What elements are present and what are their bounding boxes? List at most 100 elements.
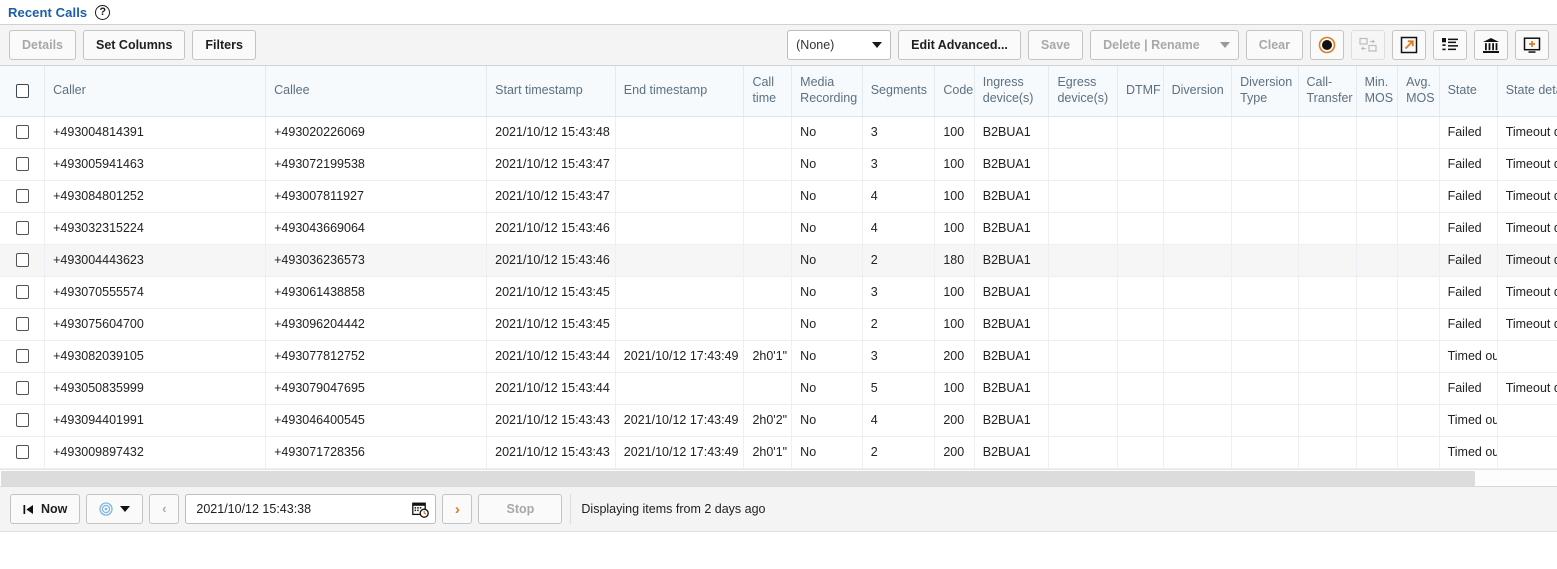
column-header-avg-mos[interactable]: Avg. MOS xyxy=(1397,66,1440,117)
previous-page-button[interactable]: ‹ xyxy=(149,494,180,524)
record-circle-icon-button[interactable] xyxy=(1310,30,1344,60)
scrollbar-thumb[interactable] xyxy=(1,471,1475,486)
cell-egress-devices xyxy=(1048,212,1118,245)
delete-rename-split-button[interactable]: Delete | Rename xyxy=(1090,30,1239,60)
table-row[interactable]: +493032315224 +493043669064 2021/10/12 15:… xyxy=(0,212,1557,245)
row-checkbox[interactable] xyxy=(15,157,29,172)
cell-diversion-type xyxy=(1231,436,1299,469)
calls-table-body: +493004814391 +493020226069 2021/10/12 15:… xyxy=(0,116,1557,486)
status-text: Displaying items from 2 days ago xyxy=(570,494,1549,524)
column-header-state-details[interactable]: State details xyxy=(1497,66,1557,117)
calendar-clock-icon[interactable] xyxy=(412,501,430,518)
cell-call-transfer xyxy=(1298,244,1357,277)
cell-diversion xyxy=(1163,116,1233,149)
open-external-icon-button[interactable] xyxy=(1392,30,1426,60)
save-button[interactable]: Save xyxy=(1027,30,1084,60)
cell-dtmf xyxy=(1117,212,1164,245)
row-checkbox[interactable] xyxy=(15,221,29,236)
column-header-callee[interactable]: Callee xyxy=(265,66,488,117)
calls-table-container[interactable]: Caller Callee Start timestamp End timest… xyxy=(0,66,1557,486)
cell-start-timestamp: 2021/10/12 15:43:46 xyxy=(486,244,616,277)
top-toolbar: Details Set Columns Filters (None) Edit … xyxy=(0,24,1557,66)
column-header-caller[interactable]: Caller xyxy=(44,66,267,117)
cell-code: 100 xyxy=(934,116,975,149)
filters-button[interactable]: Filters xyxy=(192,30,256,60)
cell-code: 100 xyxy=(934,308,975,341)
now-button[interactable]: Now xyxy=(10,494,81,524)
table-row[interactable]: +493094401991 +493046400545 2021/10/12 15:… xyxy=(0,404,1557,437)
column-header-ingress-devices[interactable]: Ingress device(s) xyxy=(974,66,1050,117)
table-row[interactable]: +493070555574 +493061438858 2021/10/12 15:… xyxy=(0,276,1557,309)
horizontal-scrollbar[interactable] xyxy=(0,469,1557,486)
stop-button[interactable]: Stop xyxy=(478,494,563,524)
details-button[interactable]: Details xyxy=(9,30,76,60)
add-to-screen-icon-button[interactable] xyxy=(1515,30,1549,60)
row-checkbox[interactable] xyxy=(15,125,29,140)
table-row[interactable]: +493084801252 +493007811927 2021/10/12 15:… xyxy=(0,180,1557,213)
table-row[interactable]: +493082039105 +493077812752 2021/10/12 15:… xyxy=(0,340,1557,373)
column-header-call-time[interactable]: Call time xyxy=(743,66,793,117)
cell-caller: +493004443623 xyxy=(44,244,267,277)
row-select-cell xyxy=(0,372,46,405)
column-header-dtmf[interactable]: DTMF xyxy=(1117,66,1164,117)
row-checkbox[interactable] xyxy=(15,189,29,204)
row-checkbox[interactable] xyxy=(15,285,29,300)
column-header-diversion[interactable]: Diversion xyxy=(1163,66,1233,117)
cell-segments: 3 xyxy=(862,340,936,373)
table-row[interactable]: +493005941463 +493072199538 2021/10/12 15:… xyxy=(0,148,1557,181)
table-row[interactable]: +493004443623 +493036236573 2021/10/12 15:… xyxy=(0,244,1557,277)
table-row[interactable]: +493009897432 +493071728356 2021/10/12 15:… xyxy=(0,436,1557,469)
cell-min-mos xyxy=(1356,436,1399,469)
row-checkbox[interactable] xyxy=(15,413,29,428)
chevron-down-icon[interactable] xyxy=(1212,42,1238,48)
table-row[interactable]: +493075604700 +493096204442 2021/10/12 15:… xyxy=(0,308,1557,341)
cell-code: 200 xyxy=(934,436,975,469)
column-header-state[interactable]: State xyxy=(1439,66,1498,117)
cell-start-timestamp: 2021/10/12 15:43:47 xyxy=(486,180,616,213)
row-checkbox[interactable] xyxy=(15,445,29,460)
cell-state-details: Timeout durin xyxy=(1497,180,1557,213)
cell-dtmf xyxy=(1117,308,1164,341)
column-header-end[interactable]: End timestamp xyxy=(615,66,745,117)
row-checkbox[interactable] xyxy=(15,253,29,268)
cell-caller: +493004814391 xyxy=(44,116,267,149)
row-checkbox[interactable] xyxy=(15,349,29,364)
column-header-call-transfer[interactable]: Call-Transfer xyxy=(1298,66,1357,117)
question-mark-circle-icon[interactable]: ? xyxy=(95,4,111,20)
set-columns-button[interactable]: Set Columns xyxy=(83,30,186,60)
cell-callee: +493007811927 xyxy=(265,180,488,213)
column-header-min-mos[interactable]: Min. MOS xyxy=(1356,66,1399,117)
bank-archive-icon-button[interactable] xyxy=(1474,30,1508,60)
table-row[interactable]: +493050835999 +493079047695 2021/10/12 15:… xyxy=(0,372,1557,405)
filter-select[interactable]: (None) xyxy=(787,30,892,60)
date-time-input[interactable]: 2021/10/12 15:43:38 xyxy=(185,494,437,524)
cell-end-timestamp xyxy=(615,116,745,149)
column-header-diversion-type[interactable]: Diversion Type xyxy=(1231,66,1299,117)
table-row[interactable]: +493004814391 +493020226069 2021/10/12 15:… xyxy=(0,116,1557,149)
row-checkbox[interactable] xyxy=(15,317,29,332)
cell-dtmf xyxy=(1117,276,1164,309)
select-all-checkbox[interactable] xyxy=(15,83,29,98)
row-checkbox[interactable] xyxy=(15,381,29,396)
cell-callee: +493071728356 xyxy=(265,436,488,469)
clear-button[interactable]: Clear xyxy=(1245,30,1303,60)
cell-segments: 3 xyxy=(862,276,936,309)
list-details-icon-button[interactable] xyxy=(1433,30,1467,60)
column-header-code[interactable]: Code xyxy=(934,66,975,117)
next-page-button[interactable]: › xyxy=(442,494,473,524)
cell-diversion xyxy=(1163,308,1233,341)
column-header-media-recording[interactable]: Media Recording xyxy=(791,66,863,117)
target-mode-button[interactable] xyxy=(86,494,144,524)
delete-rename-label: Delete | Rename xyxy=(1103,38,1200,52)
cell-dtmf xyxy=(1117,372,1164,405)
cell-start-timestamp: 2021/10/12 15:43:43 xyxy=(486,436,616,469)
cell-ingress-devices: B2BUA1 xyxy=(974,244,1050,277)
column-header-egress-devices[interactable]: Egress device(s) xyxy=(1048,66,1118,117)
column-header-segments[interactable]: Segments xyxy=(862,66,936,117)
edit-advanced-button[interactable]: Edit Advanced... xyxy=(898,30,1021,60)
row-select-cell xyxy=(0,148,46,181)
copy-folders-icon-button[interactable] xyxy=(1351,30,1385,60)
cell-ingress-devices: B2BUA1 xyxy=(974,212,1050,245)
cell-state: Failed xyxy=(1439,180,1498,213)
column-header-start[interactable]: Start timestamp xyxy=(486,66,616,117)
